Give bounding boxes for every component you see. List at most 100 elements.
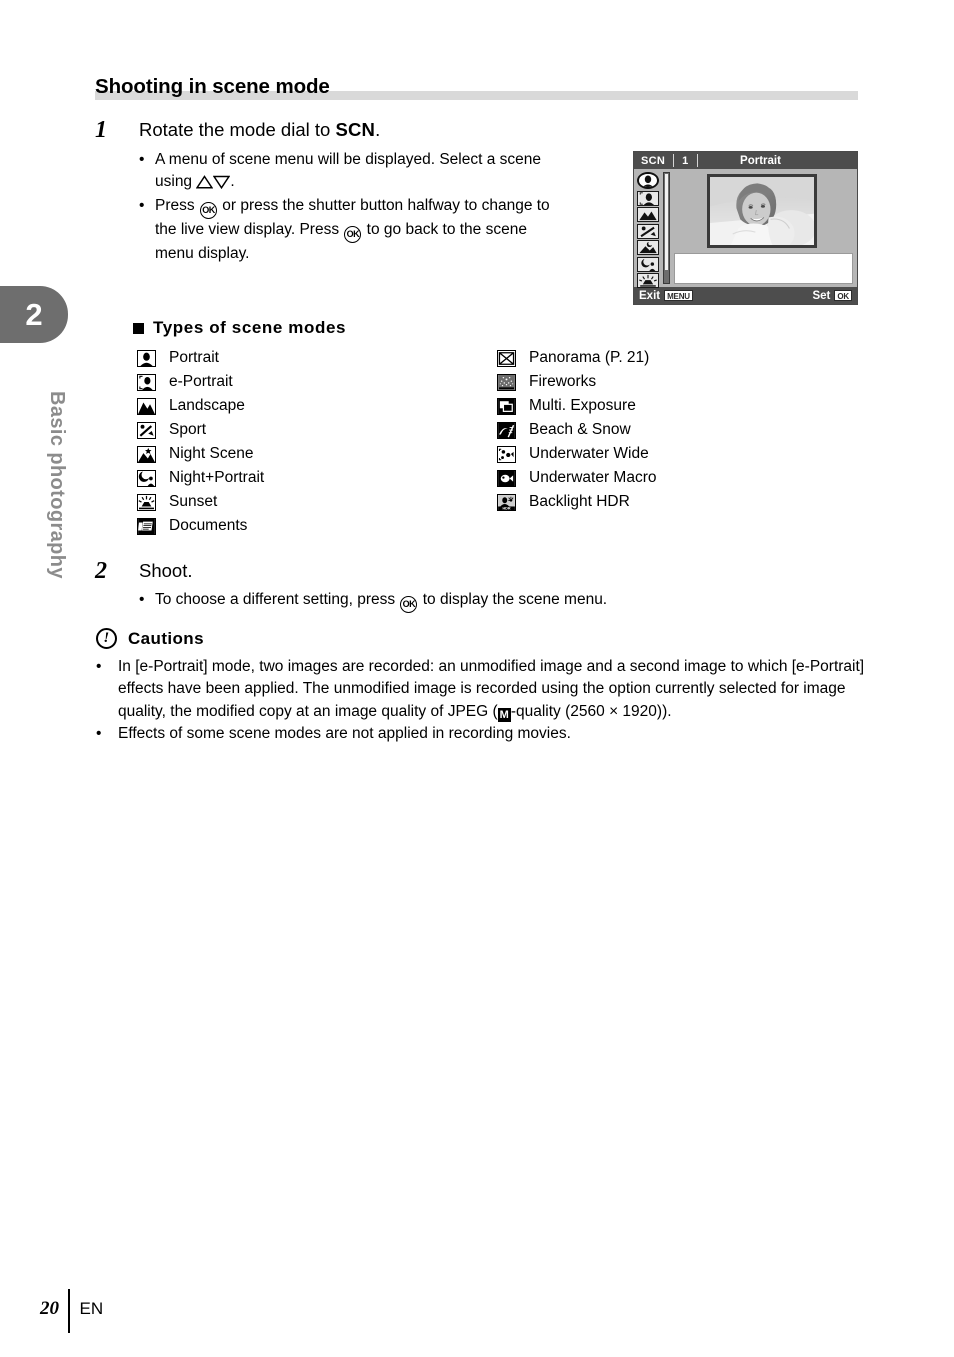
cautions-list: • In [e-Portrait] mode, two images are r… bbox=[96, 656, 866, 745]
scene-mode-label: Portrait bbox=[169, 349, 219, 366]
step-1-title-bold: SCN bbox=[335, 119, 376, 140]
caution-item-1-text: In [e-Portrait] mode, two images are rec… bbox=[118, 656, 866, 723]
cautions-heading-text: Cautions bbox=[128, 628, 204, 648]
m-quality-badge: M bbox=[497, 707, 511, 722]
scene-mode-e-portrait: e-Portrait bbox=[137, 370, 264, 394]
square-bullet-icon bbox=[133, 322, 144, 334]
scene-mode-label: Documents bbox=[169, 517, 248, 534]
ok-key-badge: OK bbox=[834, 290, 852, 301]
scene-mode-label: Sunset bbox=[169, 493, 218, 510]
step-1-number: 1 bbox=[95, 117, 107, 143]
lcd-title: Portrait bbox=[740, 154, 781, 167]
step-1-bullet-2: • Press OK or press the shutter button h… bbox=[139, 195, 569, 265]
ok-button-icon: OK bbox=[400, 596, 418, 613]
step-1-title-after: . bbox=[375, 119, 381, 140]
night-scene-icon bbox=[137, 445, 156, 463]
step-2-title: Shoot. bbox=[139, 560, 193, 581]
documents-icon bbox=[137, 517, 156, 535]
bullet-dot: • bbox=[96, 658, 102, 675]
lcd-scene-icon-strip[interactable] bbox=[637, 172, 661, 290]
backlight-hdr-icon: HDR bbox=[497, 493, 516, 511]
e-portrait-icon bbox=[137, 373, 156, 391]
lcd-set-label: Set bbox=[812, 289, 831, 302]
chapter-tab: 2 bbox=[0, 286, 68, 343]
sport-icon bbox=[137, 421, 156, 439]
lcd-scrollbar-thumb[interactable] bbox=[665, 174, 668, 270]
step-1-title-before: Rotate the mode dial to bbox=[139, 119, 336, 140]
scene-mode-fireworks: Fireworks bbox=[497, 370, 657, 394]
scene-mode-sunset: Sunset bbox=[137, 490, 264, 514]
step-2-bullet-1-part1: To choose a different setting, press bbox=[155, 591, 400, 608]
lcd-exit-label: Exit bbox=[639, 289, 661, 302]
cautions-heading: ! Cautions bbox=[96, 628, 204, 649]
step-1-bullets: • A menu of scene menu will be displayed… bbox=[139, 149, 569, 266]
scene-mode-documents: Documents bbox=[137, 514, 264, 538]
scene-modes-left-column: Portrait e-Portrait Landscape Sport Nigh… bbox=[137, 346, 264, 538]
bullet-dot: • bbox=[139, 591, 145, 608]
scene-mode-label: Sport bbox=[169, 421, 207, 438]
scene-mode-label: Landscape bbox=[169, 397, 245, 414]
step-2-bullet-1: • To choose a different setting, press O… bbox=[139, 589, 739, 613]
caution-item-2-text: Effects of some scene modes are not appl… bbox=[118, 724, 571, 742]
lcd-top-bar: SCN 1 Portrait bbox=[634, 152, 857, 169]
step-2-bullet-1-text: To choose a different setting, press OK … bbox=[155, 589, 739, 613]
lcd-strip-sunset-icon[interactable] bbox=[637, 273, 659, 288]
footer-language: EN bbox=[79, 1299, 104, 1318]
scene-mode-label: Underwater Macro bbox=[529, 469, 657, 486]
step-1-bullet-2-part1: Press bbox=[155, 196, 199, 214]
scene-mode-label: Night+Portrait bbox=[169, 469, 265, 486]
panorama-icon bbox=[497, 349, 516, 367]
lcd-strip-landscape-icon[interactable] bbox=[637, 207, 659, 222]
scene-mode-label: Multi. Exposure bbox=[529, 397, 636, 414]
step-1-title: Rotate the mode dial to SCN. bbox=[139, 119, 380, 141]
scene-mode-label: e-Portrait bbox=[169, 373, 233, 390]
arrow-up-icon bbox=[196, 175, 214, 189]
landscape-icon bbox=[137, 397, 156, 415]
lcd-strip-night-portrait-icon[interactable] bbox=[637, 256, 659, 272]
footer-page-number: 20 bbox=[40, 1298, 59, 1319]
multi-exposure-icon bbox=[497, 397, 516, 415]
scene-mode-underwater-wide: Underwater Wide bbox=[497, 442, 657, 466]
footer-divider bbox=[68, 1289, 70, 1333]
caution-item-1-part2: -quality (2560 × 1920)). bbox=[510, 702, 672, 720]
lcd-strip-night-scene-icon[interactable] bbox=[637, 240, 659, 255]
caution-item-1: • In [e-Portrait] mode, two images are r… bbox=[96, 656, 866, 723]
lcd-strip-e-portrait-icon[interactable] bbox=[637, 190, 659, 206]
scene-mode-beach-snow: Beach & Snow bbox=[497, 418, 657, 442]
ok-button-icon: OK bbox=[344, 225, 362, 243]
camera-lcd-mockup: SCN 1 Portrait Exit MENU Set OK bbox=[633, 151, 858, 305]
step-1-bullet-1-part2: . bbox=[230, 173, 235, 191]
step-1-bullet-1: • A menu of scene menu will be displayed… bbox=[139, 149, 569, 194]
scene-mode-label: Backlight HDR bbox=[529, 493, 630, 510]
lcd-set-control[interactable]: Set OK bbox=[812, 290, 852, 302]
chapter-name: Basic photography bbox=[46, 391, 68, 579]
scene-mode-panorama: Panorama (P. 21) bbox=[497, 346, 657, 370]
beach-snow-icon bbox=[497, 421, 516, 439]
lcd-strip-portrait-icon[interactable] bbox=[637, 172, 659, 189]
page-title-text: Shooting in scene mode bbox=[95, 75, 330, 98]
scene-mode-landscape: Landscape bbox=[137, 394, 264, 418]
underwater-macro-icon bbox=[497, 469, 516, 487]
lcd-body bbox=[634, 169, 857, 290]
scene-mode-label: Fireworks bbox=[529, 373, 597, 390]
lcd-exit-control[interactable]: Exit MENU bbox=[639, 290, 693, 302]
step-1-bullet-2-text: Press OK or press the shutter button hal… bbox=[155, 195, 569, 265]
scene-mode-sport: Sport bbox=[137, 418, 264, 442]
scene-mode-night-portrait: Night+Portrait bbox=[137, 466, 264, 490]
arrow-down-icon bbox=[213, 175, 231, 190]
lcd-scrollbar[interactable] bbox=[663, 172, 670, 284]
lcd-info-panel bbox=[674, 253, 853, 284]
scene-mode-underwater-macro: Underwater Macro bbox=[497, 466, 657, 490]
step-2-bullets: • To choose a different setting, press O… bbox=[139, 589, 739, 614]
ok-button-icon: OK bbox=[199, 201, 217, 219]
scene-mode-night-scene: Night Scene bbox=[137, 442, 264, 466]
caution-item-2: • Effects of some scene modes are not ap… bbox=[96, 723, 866, 745]
exclamation-circle-icon: ! bbox=[96, 628, 117, 649]
step-2-number: 2 bbox=[95, 558, 107, 584]
caution-item-1-part1: In [e-Portrait] mode, two images are rec… bbox=[118, 658, 865, 720]
lcd-strip-sport-icon[interactable] bbox=[637, 223, 659, 239]
page-footer: 20 EN bbox=[40, 1289, 104, 1333]
fireworks-icon bbox=[497, 373, 516, 391]
scene-modes-heading: Types of scene modes bbox=[133, 318, 346, 338]
scene-mode-multi-exposure: Multi. Exposure bbox=[497, 394, 657, 418]
